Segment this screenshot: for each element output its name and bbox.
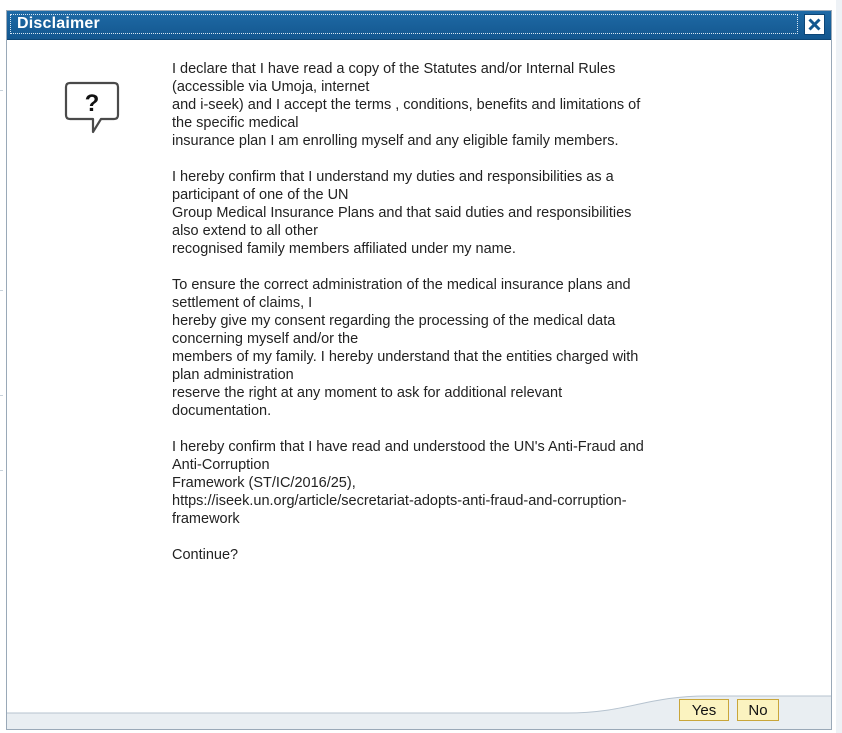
background-app-edge xyxy=(836,0,842,733)
disclaimer-paragraph: To ensure the correct administration of … xyxy=(172,277,639,419)
close-icon xyxy=(808,18,821,31)
disclaimer-paragraph: I hereby confirm that I understand my du… xyxy=(172,169,632,257)
disclaimer-paragraph: I declare that I have read a copy of the… xyxy=(172,61,641,149)
question-speech-bubble-icon: ? xyxy=(64,81,120,134)
disclaimer-paragraph: I hereby confirm that I have read and un… xyxy=(172,439,644,527)
yes-button[interactable]: Yes xyxy=(679,699,729,721)
background-divider xyxy=(0,395,3,396)
dialog-title: Disclaimer xyxy=(17,15,100,32)
no-button[interactable]: No xyxy=(737,699,779,721)
disclaimer-message: I declare that I have read a copy of the… xyxy=(172,60,822,564)
dialog-titlebar[interactable]: Disclaimer xyxy=(7,11,831,40)
close-button[interactable] xyxy=(804,14,825,35)
dialog-content: ? I declare that I have read a copy of t… xyxy=(7,40,831,695)
dialog-footer: Yes No xyxy=(7,695,831,729)
background-divider xyxy=(0,90,3,91)
continue-question: Continue? xyxy=(172,547,239,563)
titlebar-focus-outline xyxy=(10,14,798,34)
svg-text:?: ? xyxy=(85,90,100,117)
background-divider xyxy=(0,470,3,471)
disclaimer-dialog: Disclaimer ? I declare that I have read … xyxy=(6,10,832,730)
background-divider xyxy=(0,290,3,291)
